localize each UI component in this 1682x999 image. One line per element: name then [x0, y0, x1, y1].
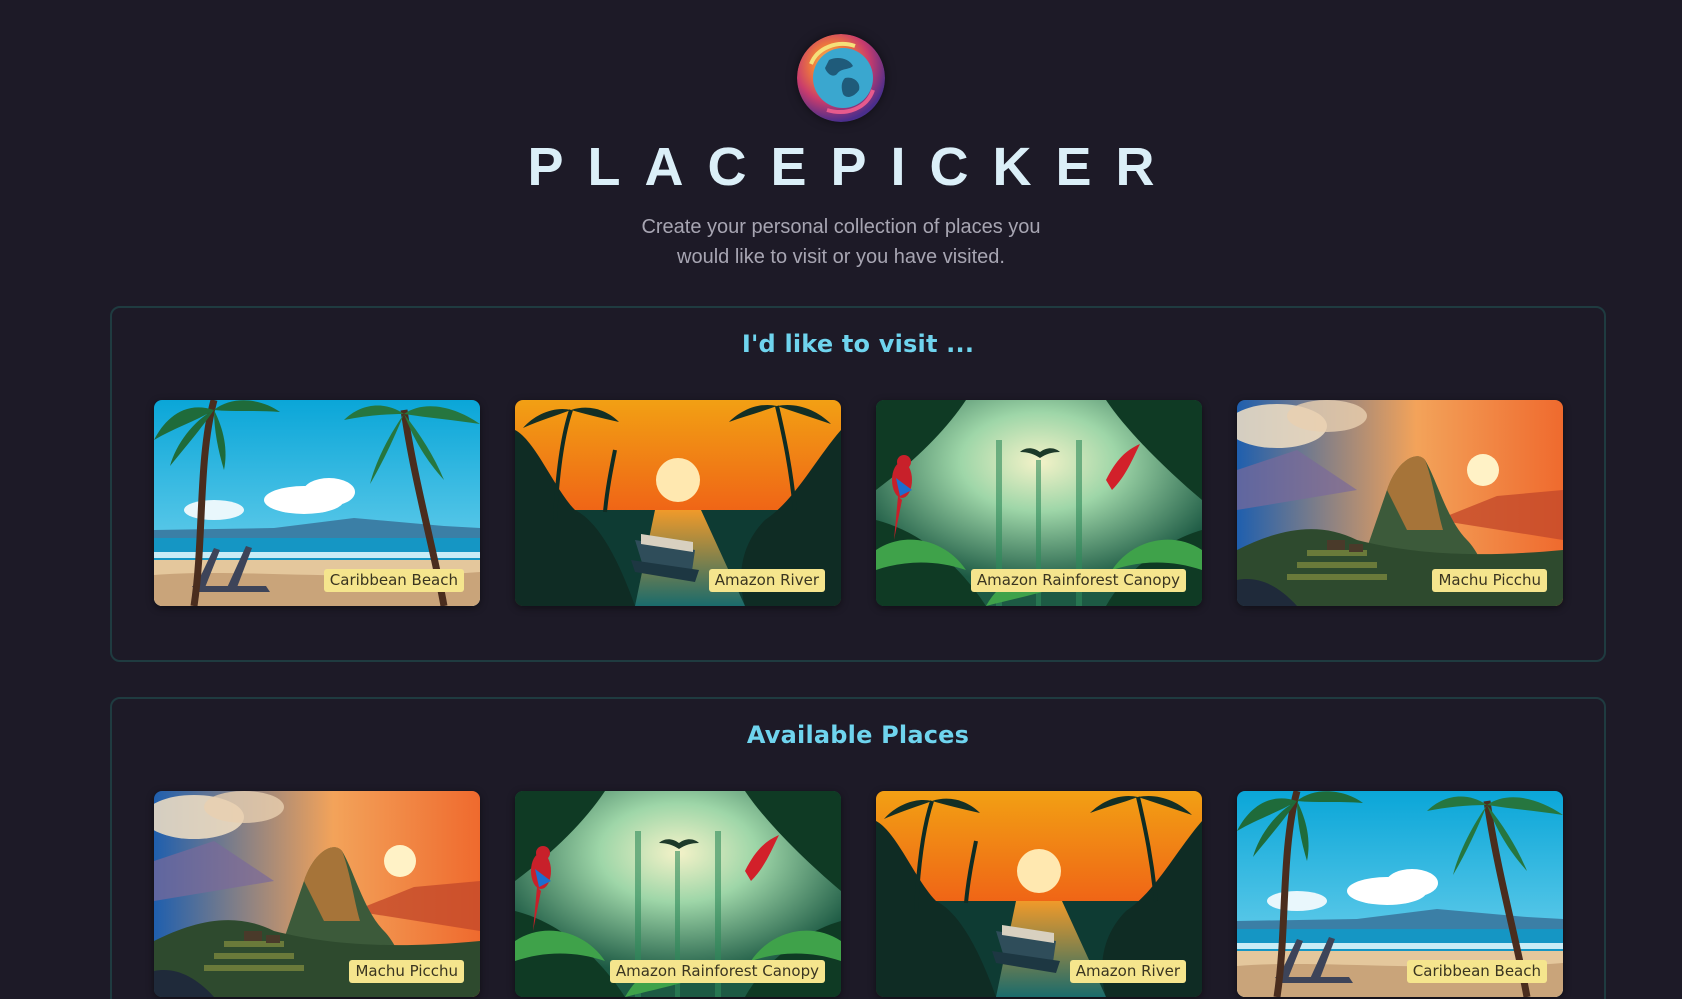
wishlist-section: I'd like to visit ... Caribbean Beach Am… [110, 306, 1606, 662]
wishlist-cards: Caribbean Beach Amazon River Amazon Rain… [154, 400, 1563, 606]
place-card-amazon-rainforest-canopy[interactable]: Amazon Rainforest Canopy [876, 400, 1202, 606]
place-label: Machu Picchu [1432, 569, 1547, 592]
place-card-machu-picchu[interactable]: Machu Picchu [1237, 400, 1563, 606]
place-card-amazon-river[interactable]: Amazon River [515, 400, 841, 606]
place-label: Machu Picchu [349, 960, 464, 983]
app-header: PLACEPICKER Create your personal collect… [0, 0, 1682, 272]
place-label: Amazon Rainforest Canopy [970, 569, 1186, 592]
place-label: Amazon Rainforest Canopy [609, 960, 825, 983]
available-places-cards: Machu Picchu Amazon Rainforest Canopy Am… [154, 791, 1563, 997]
place-card-amazon-rainforest-canopy[interactable]: Amazon Rainforest Canopy [515, 791, 841, 997]
place-label: Amazon River [708, 569, 825, 592]
app-title: PLACEPICKER [527, 137, 1179, 197]
available-places-section: Available Places Machu Picchu Amazon Rai… [110, 697, 1606, 999]
place-card-caribbean-beach[interactable]: Caribbean Beach [154, 400, 480, 606]
page: PLACEPICKER Create your personal collect… [0, 0, 1682, 999]
place-card-machu-picchu[interactable]: Machu Picchu [154, 791, 480, 997]
place-card-caribbean-beach[interactable]: Caribbean Beach [1237, 791, 1563, 997]
available-places-title: Available Places [746, 721, 970, 749]
globe-logo-icon [797, 34, 885, 122]
wishlist-title: I'd like to visit ... [741, 330, 975, 358]
place-card-amazon-river[interactable]: Amazon River [876, 791, 1202, 997]
place-label: Caribbean Beach [1406, 960, 1547, 983]
place-label: Amazon River [1069, 960, 1186, 983]
app-subtitle: Create your personal collection of place… [641, 216, 1041, 268]
place-label: Caribbean Beach [323, 569, 464, 592]
